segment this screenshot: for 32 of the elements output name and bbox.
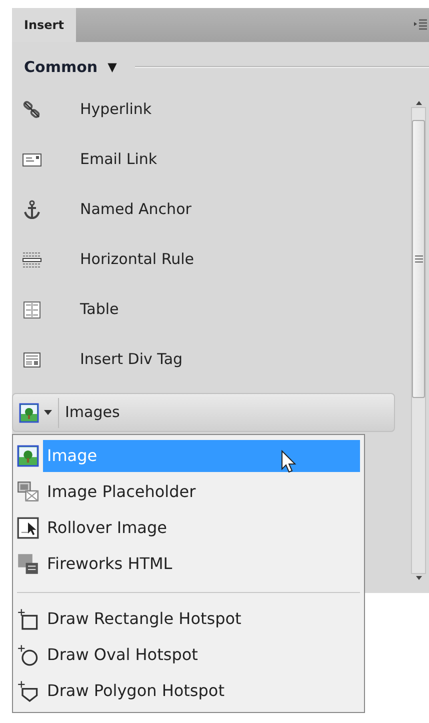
insert-item-label[interactable]: Table (80, 298, 119, 321)
menu-item[interactable]: Draw Oval Hotspot (43, 639, 360, 671)
scrollbar-thumb[interactable] (412, 120, 425, 398)
picture-icon (17, 445, 39, 467)
div-tag-icon (22, 350, 42, 370)
dropdown-caret[interactable]: ▼ (108, 58, 117, 76)
cursor-icon (281, 450, 297, 474)
hyperlink-icon (22, 100, 42, 120)
polygon-hotspot-icon (17, 680, 39, 702)
anchor-icon (22, 200, 42, 220)
oval-hotspot-icon (17, 644, 39, 666)
insert-item-label[interactable]: Hyperlink (80, 98, 152, 121)
panel-tab[interactable]: Insert (12, 8, 76, 42)
menu-item[interactable]: Draw Rectangle Hotspot (43, 603, 360, 635)
insert-item-label[interactable]: Email Link (80, 148, 158, 171)
rollover-icon (17, 517, 39, 539)
insert-item-label[interactable]: Named Anchor (80, 198, 192, 221)
images-button[interactable]: Images (12, 393, 395, 432)
insert-item-label[interactable]: Horizontal Rule (80, 248, 194, 271)
menu-item[interactable]: Image Placeholder (43, 476, 360, 508)
menu-item[interactable]: Rollover Image (43, 512, 360, 544)
insert-item-label[interactable]: Insert Div Tag (80, 348, 183, 371)
menu-item[interactable]: Fireworks HTML (43, 548, 360, 580)
caret-icon (44, 410, 52, 416)
fireworks-icon (17, 553, 39, 575)
rectangle-hotspot-icon (17, 608, 39, 630)
table-icon (22, 300, 42, 320)
picture-icon (19, 402, 39, 422)
horizontal-rule-icon (22, 250, 42, 270)
category-label[interactable]: Common (24, 56, 98, 78)
placeholder-icon (17, 481, 39, 503)
menu-item[interactable]: Draw Polygon Hotspot (43, 675, 360, 707)
